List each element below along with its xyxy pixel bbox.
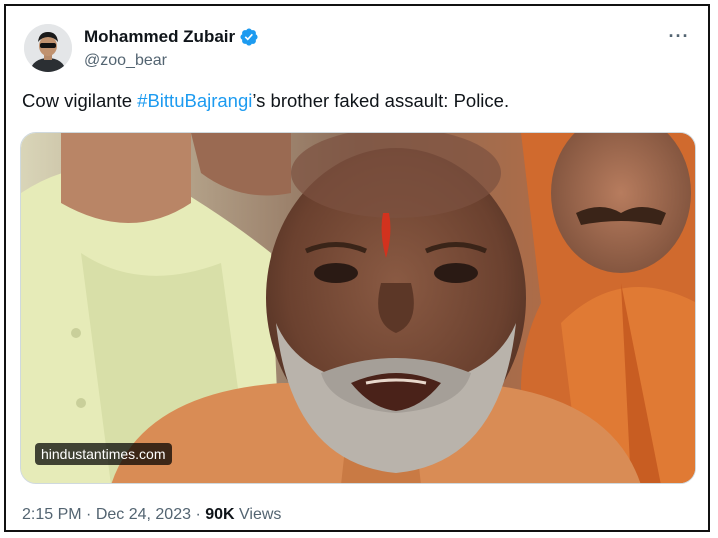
more-horizontal-icon: ··· [668,25,690,46]
meta-separator: · [81,506,96,523]
author-block: Mohammed Zubair @zoo_bear [84,26,259,70]
more-options-button[interactable]: ··· [666,26,692,46]
tweet-media-image[interactable]: hindustantimes.com [20,132,696,484]
tweet-text-prefix: Cow vigilante [22,90,138,111]
avatar[interactable] [24,24,72,72]
views-label: Views [234,506,282,523]
tweet-date[interactable]: Dec 24, 2023 [96,506,191,523]
avatar-image [24,24,72,72]
tweet-text-suffix: ’s brother faked assault: Police. [252,90,510,111]
author-handle[interactable]: @zoo_bear [84,52,259,70]
tweet-time[interactable]: 2:15 PM [22,506,82,523]
tweet-text: Cow vigilante #BittuBajrangi’s brother f… [22,90,509,112]
meta-separator: · [191,506,206,523]
hashtag-link[interactable]: #BittuBajrangi [137,90,252,111]
tweet-card: Mohammed Zubair @zoo_bear ··· Cow vigila… [4,4,710,532]
source-link-badge[interactable]: hindustantimes.com [35,443,172,465]
views-count: 90K [205,506,235,523]
author-name-row: Mohammed Zubair [84,26,259,48]
display-name[interactable]: Mohammed Zubair [84,27,235,47]
tweet-meta: 2:15 PM · Dec 24, 2023 · 90K Views [22,506,281,524]
news-photo [21,133,695,483]
verified-badge-icon [239,27,259,47]
